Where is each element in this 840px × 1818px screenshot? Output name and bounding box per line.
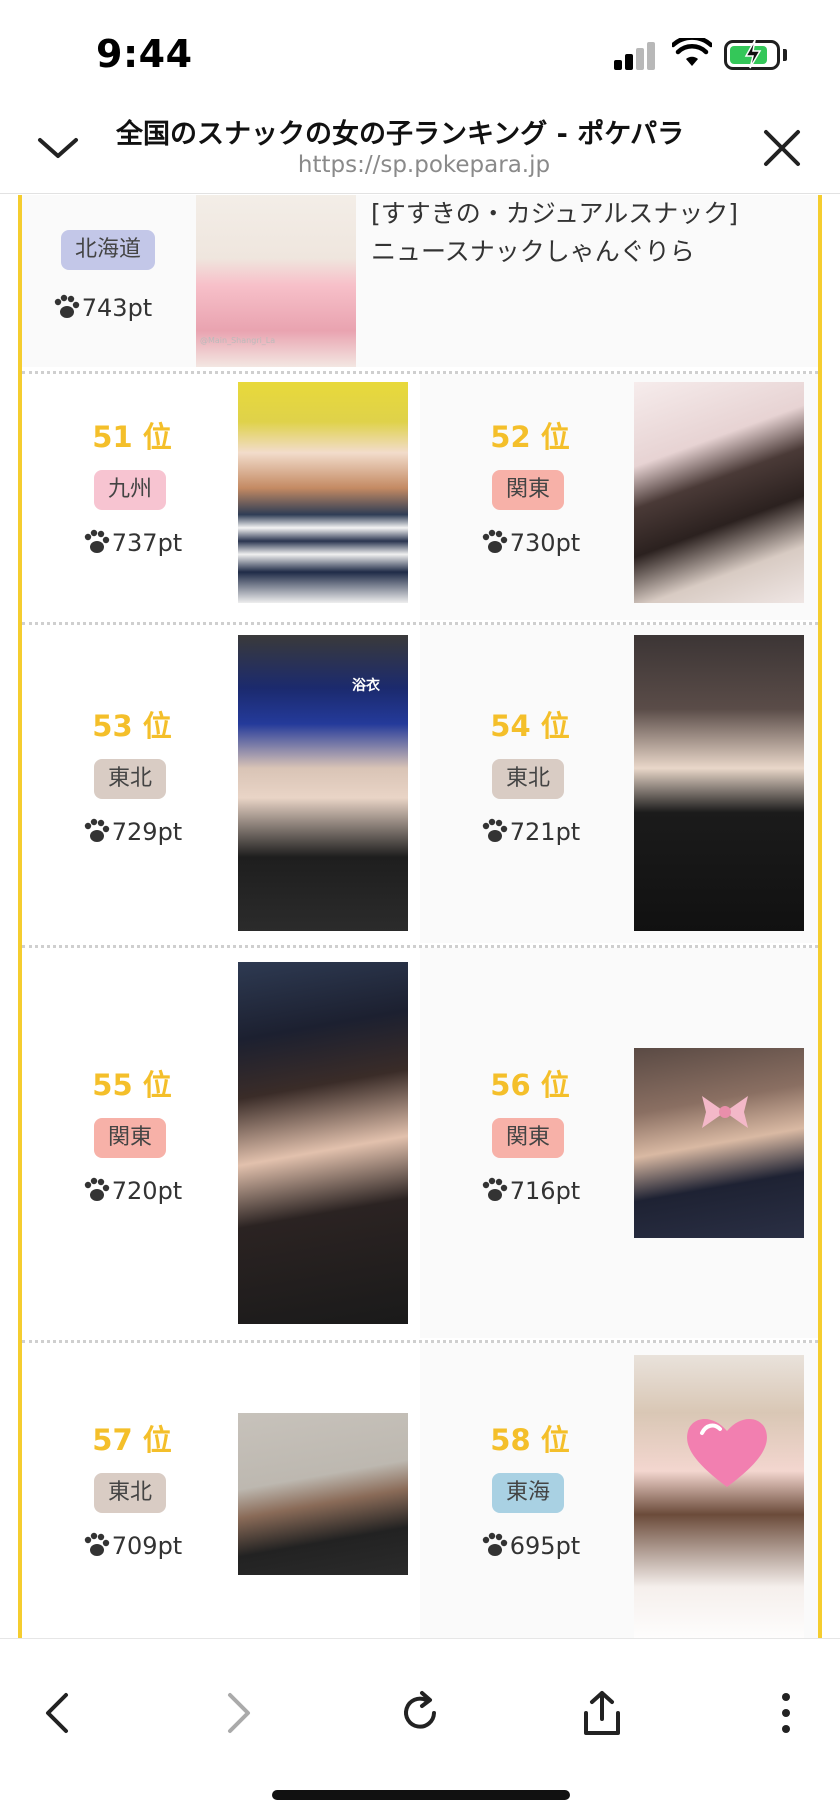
page-title: 全国のスナックの女の子ランキング - ポケパラ	[116, 119, 685, 150]
share-icon[interactable]	[578, 1689, 626, 1737]
points-value: 720pt	[111, 1177, 183, 1205]
ranking-card-57[interactable]: 57 位 東北 709pt	[22, 1343, 420, 1638]
ranking-row: 53 位 東北 729pt 浴衣 54 位 東北 721pt	[22, 625, 818, 943]
ranking-card-50[interactable]: 北海道 743pt @Main_Shangri_La [すすきの・カジュアルスナ…	[22, 195, 818, 367]
points-value: 695pt	[509, 1532, 581, 1560]
ranking-row: 北海道 743pt @Main_Shangri_La [すすきの・カジュアルスナ…	[22, 195, 818, 367]
points-value: 743pt	[81, 294, 153, 322]
photo-caption: 浴衣	[352, 678, 380, 694]
region-badge: 東北	[94, 1473, 167, 1513]
region-badge: 北海道	[61, 230, 156, 270]
points: 721pt	[420, 818, 640, 846]
points: 737pt	[22, 529, 242, 557]
heart-sticker-icon	[687, 1418, 767, 1487]
points: 709pt	[22, 1532, 242, 1560]
points: 743pt	[17, 294, 187, 322]
signal-icon	[614, 42, 658, 70]
region-badge: 関東	[94, 1118, 167, 1158]
browser-header: 全国のスナックの女の子ランキング - ポケパラ https://sp.pokep…	[0, 100, 840, 194]
paw-icon	[54, 294, 79, 318]
shop-info[interactable]: [すすきの・カジュアルスナック] ニュースナックしゃんぐりら	[371, 195, 811, 271]
points-value: 729pt	[111, 818, 183, 846]
close-icon[interactable]	[760, 126, 804, 170]
battery-charging-icon	[724, 39, 780, 70]
cast-photo[interactable]	[634, 635, 804, 931]
ranking-card-55[interactable]: 55 位 関東 720pt	[22, 948, 420, 1338]
reload-icon[interactable]	[396, 1689, 444, 1737]
cast-photo[interactable]: 浴衣	[238, 635, 408, 931]
region-badge: 東海	[492, 1473, 565, 1513]
paw-icon	[84, 529, 109, 553]
paw-icon	[482, 1532, 507, 1556]
points-value: 737pt	[111, 529, 183, 557]
points: 695pt	[420, 1532, 640, 1560]
region-badge: 関東	[492, 470, 565, 510]
cast-photo[interactable]	[238, 962, 408, 1324]
shop-name: ニュースナックしゃんぐりら	[371, 237, 695, 266]
region-badge: 九州	[94, 470, 167, 510]
ribbon-sticker-icon	[702, 1096, 748, 1128]
page-url[interactable]: https://sp.pokepara.jp	[116, 152, 732, 178]
paw-icon	[84, 1177, 109, 1201]
cast-photo[interactable]	[634, 1355, 804, 1638]
rank-label: 57 位	[92, 1423, 172, 1457]
points-value: 721pt	[509, 818, 581, 846]
rank-label: 53 位	[92, 709, 172, 743]
rank-label: 51 位	[92, 420, 172, 454]
points-value: 730pt	[509, 529, 581, 557]
ranking-card-51[interactable]: 51 位 九州 737pt	[22, 374, 420, 620]
paw-icon	[84, 818, 109, 842]
home-indicator[interactable]	[272, 1790, 570, 1800]
back-icon[interactable]	[36, 1689, 84, 1737]
paw-icon	[482, 529, 507, 553]
points-value: 716pt	[509, 1177, 581, 1205]
paw-icon	[482, 1177, 507, 1201]
cast-photo[interactable]	[634, 1048, 804, 1238]
rank-label: 54 位	[490, 709, 570, 743]
ranking-row: 55 位 関東 720pt 56 位 関東 716pt	[22, 948, 818, 1338]
paw-icon	[84, 1532, 109, 1556]
region-badge: 関東	[492, 1118, 565, 1158]
chevron-down-icon[interactable]	[34, 122, 82, 170]
status-bar: 9:44	[0, 0, 840, 100]
more-icon[interactable]	[762, 1689, 810, 1737]
rank-label: 58 位	[490, 1423, 570, 1457]
points-value: 709pt	[111, 1532, 183, 1560]
points: 716pt	[420, 1177, 640, 1205]
rank-label: 55 位	[92, 1068, 172, 1102]
photo-credit: @Main_Shangri_La	[200, 336, 276, 345]
paw-icon	[482, 818, 507, 842]
ranking-content[interactable]: 北海道 743pt @Main_Shangri_La [すすきの・カジュアルスナ…	[0, 195, 840, 1638]
ranking-row: 57 位 東北 709pt 58 位 東海 695pt	[22, 1343, 818, 1638]
rank-label: 52 位	[490, 420, 570, 454]
region-badge: 東北	[94, 759, 167, 799]
battery-tip	[783, 49, 787, 61]
shop-category: [すすきの・カジュアルスナック]	[371, 199, 739, 228]
status-time: 9:44	[96, 32, 193, 76]
ranking-card-53[interactable]: 53 位 東北 729pt 浴衣	[22, 625, 420, 943]
ranking-card-58[interactable]: 58 位 東海 695pt	[420, 1343, 818, 1638]
region-badge: 東北	[492, 759, 565, 799]
points: 730pt	[420, 529, 640, 557]
points: 729pt	[22, 818, 242, 846]
wifi-icon	[672, 38, 712, 66]
ranking-card-56[interactable]: 56 位 関東 716pt	[420, 948, 818, 1338]
rank-label: 56 位	[490, 1068, 570, 1102]
ranking-row: 51 位 九州 737pt 52 位 関東 730pt	[22, 374, 818, 620]
cast-photo[interactable]	[634, 382, 804, 603]
cast-photo[interactable]	[238, 1413, 408, 1575]
cast-photo[interactable]	[238, 382, 408, 603]
ranking-card-54[interactable]: 54 位 東北 721pt	[420, 625, 818, 943]
forward-icon[interactable]	[212, 1689, 260, 1737]
cast-photo[interactable]: @Main_Shangri_La	[196, 195, 356, 367]
ranking-card-52[interactable]: 52 位 関東 730pt	[420, 374, 818, 620]
points: 720pt	[22, 1177, 242, 1205]
